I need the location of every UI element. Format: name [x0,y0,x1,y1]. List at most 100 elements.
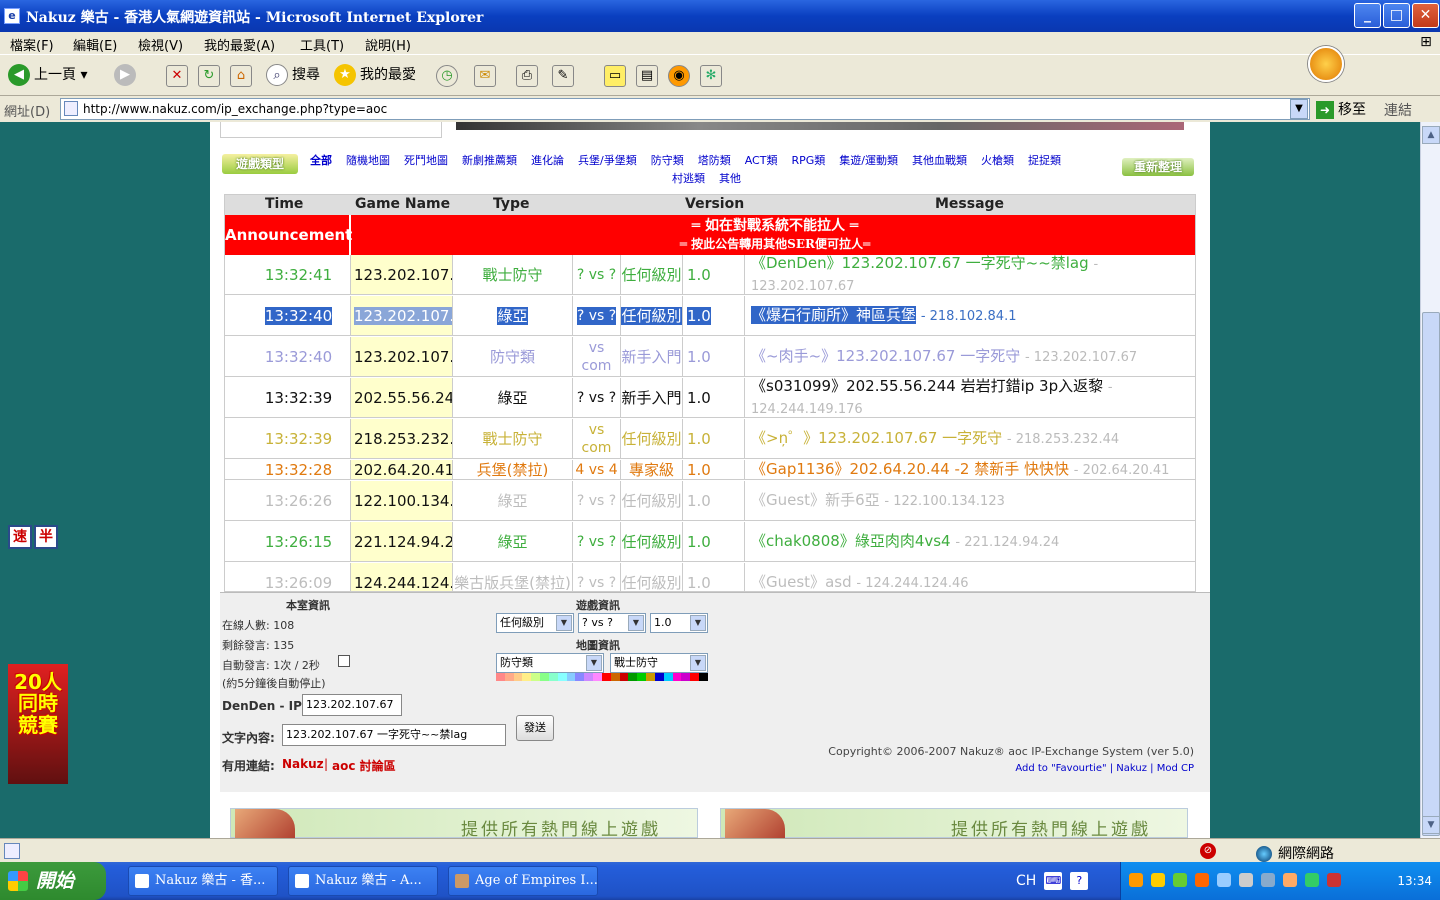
menu-view[interactable]: 檢視(V) [138,35,183,54]
palette-swatch[interactable] [504,673,514,681]
ip-input[interactable]: 123.202.107.67 [302,694,402,716]
palette-swatch[interactable] [628,673,638,681]
category-link[interactable]: 捉捉類 [1028,154,1061,167]
menu-help[interactable]: 說明(H) [365,35,411,54]
vs-select[interactable]: ? vs ? ▼ [578,613,646,633]
level-select[interactable]: 任何級別 ▼ [496,613,574,633]
note-icon[interactable]: ▭ [604,65,626,87]
menu-tools[interactable]: 工具(T) [300,35,344,54]
address-input[interactable]: http://www.nakuz.com/ip_exchange.php?typ… [60,98,1310,120]
version-select[interactable]: 1.0 ▼ [650,613,708,633]
popup-blocked-icon[interactable]: ⊘ [1200,843,1216,859]
forward-button[interactable]: ▶ [114,63,140,89]
tray-icon[interactable] [1217,873,1231,887]
category-link[interactable]: 死鬥地圖 [404,154,448,167]
send-button[interactable]: 發送 [516,715,554,741]
tray-icon[interactable] [1129,873,1143,887]
palette-swatch[interactable] [699,673,708,681]
palette-swatch[interactable] [637,673,647,681]
top-banner[interactable] [456,122,1184,130]
scroll-down-icon[interactable]: ▼ [1422,816,1440,834]
category-link[interactable]: 火槍類 [981,154,1014,167]
category-link[interactable]: 村逃類 [672,172,705,185]
start-button[interactable]: 開始 [0,862,106,900]
table-row[interactable]: 13:32:39 202.55.56.244 綠亞 ? vs ? 新手入門 1.0 《s03… [225,378,1195,418]
palette-swatch[interactable] [584,673,594,681]
category-link[interactable]: 集遊/運動類 [839,154,898,167]
table-row[interactable]: 13:26:26 122.100.134.123 綠亞 ? vs ?任何級別 1.0 《G… [225,481,1195,521]
side-advert[interactable]: 20人 同時競賽 [8,664,68,784]
link-aoc-forum[interactable]: aoc 討論區 [332,757,396,774]
tray-icon[interactable] [1283,873,1297,887]
task-nakuz-2[interactable]: Nakuz 樂古 - A... [288,866,438,896]
palette-swatch[interactable] [601,673,611,681]
task-age-of-empires[interactable]: Age of Empires I... [448,866,598,896]
palette-swatch[interactable] [575,673,585,681]
palette-swatch[interactable] [548,673,558,681]
palette-swatch[interactable] [593,673,602,681]
address-dropdown-icon[interactable]: ▼ [1290,99,1308,119]
map-select[interactable]: 戰士防守 ▼ [610,653,708,673]
footer-links[interactable]: Add to "Favourtie" | Nakuz | Mod CP [1015,763,1194,774]
palette-swatch[interactable] [681,673,691,681]
palette-swatch[interactable] [566,673,576,681]
palette-swatch[interactable] [646,673,655,681]
refresh-icon[interactable]: ↻ [198,65,220,87]
category-link[interactable]: RPG類 [791,154,825,167]
category-link[interactable]: 塔防類 [698,154,731,167]
table-row[interactable]: 13:32:39 218.253.232.44 戰士防守 vs com 任何級別 1.0 《… [225,419,1195,459]
announcement-line2[interactable]: ═ 按此公告轉用其他SER便可拉人═ [353,235,1195,252]
print-icon[interactable]: ⎙ [516,65,538,87]
tray-icon[interactable] [1239,873,1253,887]
side-button-half[interactable]: 半 [34,525,58,549]
links-button[interactable]: 連結 [1384,100,1412,120]
favorites-button[interactable]: ★ 我的最愛 [334,63,416,89]
auto-post-checkbox[interactable] [338,655,350,667]
tray-icon[interactable] [1261,873,1275,887]
palette-swatch[interactable] [557,673,567,681]
history-icon[interactable]: ◷ [436,65,458,87]
palette-swatch[interactable] [610,673,620,681]
people-icon[interactable]: ✻ [700,65,722,87]
tray-icon[interactable] [1173,873,1187,887]
table-row[interactable]: 13:32:28 202.64.20.41 兵堡(禁拉) 4 vs 4 專家級 1.0 《G… [225,460,1195,480]
vertical-scrollbar[interactable]: ▲ ▼ [1420,122,1440,838]
tray-icon[interactable] [1195,873,1209,887]
research-icon[interactable]: ▤ [636,65,658,87]
back-button[interactable]: ◀ 上一頁 ▾ [8,63,87,89]
menu-file[interactable]: 檔案(F) [10,35,54,54]
banner-right[interactable]: 提供所有熱門線上遊戲 [720,808,1188,838]
table-row[interactable]: 13:26:15 221.124.94.24 綠亞 ? vs ? 任何級別 1.0 《cha… [225,522,1195,562]
category-link[interactable]: 隨機地圖 [346,154,390,167]
scroll-up-icon[interactable]: ▲ [1422,126,1440,144]
scroll-thumb[interactable] [1422,312,1440,836]
window-titlebar[interactable]: e Nakuz 樂古 - 香港人氣網遊資訊站 - Microsoft Inter… [0,0,1440,32]
map-category-select[interactable]: 防守類 ▼ [496,653,604,673]
menu-edit[interactable]: 編輯(E) [73,35,117,54]
category-link[interactable]: 兵堡/爭堡類 [578,154,637,167]
palette-swatch[interactable] [690,673,700,681]
link-nakuz[interactable]: Nakuz [282,757,324,771]
task-nakuz-1[interactable]: Nakuz 樂古 - 香... [128,866,278,896]
table-row[interactable]: 13:32:41 123.202.107.67 戰士防守 ? vs ?任何級別 1.0 《… [225,255,1195,295]
palette-swatch[interactable] [496,673,505,681]
minimize-button[interactable]: _ [1354,3,1381,28]
category-link[interactable]: 其他 [719,172,741,185]
messenger-icon[interactable]: ◉ [668,65,690,87]
language-indicator[interactable]: CH ⌨? [1016,872,1089,890]
refresh-button[interactable]: 重新整理 [1122,158,1194,176]
category-link[interactable]: 其他血戰類 [912,154,967,167]
maximize-button[interactable]: □ [1383,3,1410,28]
table-row[interactable]: 13:32:40 123.202.107.67 防守類 vs com 新手入門 1.0 《~… [225,337,1195,377]
edit-icon[interactable]: ✎ [552,65,574,87]
table-row[interactable]: 13:32:40 123.202.107.67 綠亞 ? vs ?任何級別 1.0 《爆石… [225,296,1195,336]
home-icon[interactable]: ⌂ [230,65,252,87]
stop-icon[interactable]: ✕ [166,65,188,87]
search-button[interactable]: ⌕ 搜尋 [266,63,320,89]
tray-icon[interactable] [1151,873,1165,887]
palette-swatch[interactable] [540,673,549,681]
side-button-speed[interactable]: 速 [8,525,32,549]
table-row[interactable]: 13:26:09 124.244.124.46樂古版兵堡(禁拉) ? vs ?任何級… [225,563,1195,591]
announcement-row[interactable]: Announcement ═ 如在對戰系統不能拉人 ═ ═ 按此公告轉用其他SE… [225,215,1195,255]
palette-swatch[interactable] [672,673,682,681]
